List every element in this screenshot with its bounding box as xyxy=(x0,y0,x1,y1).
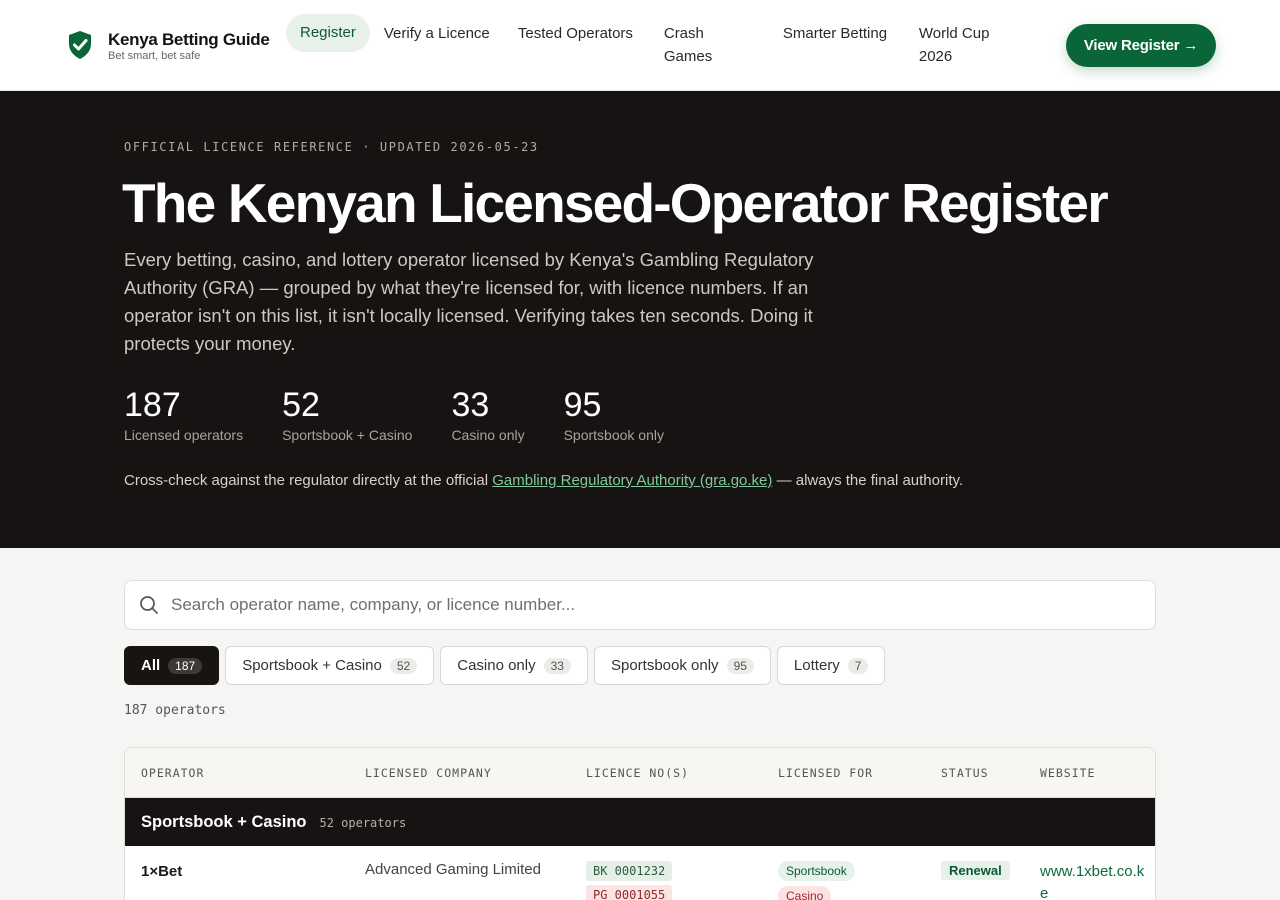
tag-sportsbook: Sportsbook xyxy=(778,861,855,881)
filter-label: Sportsbook + Casino xyxy=(242,657,382,674)
col-website[interactable]: WEBSITE xyxy=(1040,766,1095,780)
filter-casino-only[interactable]: Casino only 33 xyxy=(440,646,588,685)
group-header: Sportsbook + Casino 52 operators xyxy=(125,798,1155,846)
result-count: 187 operators xyxy=(124,703,226,718)
filter-count: 187 xyxy=(168,657,203,674)
nav-world-cup-2026[interactable]: World Cup 2026 xyxy=(905,14,1015,76)
nav-register[interactable]: Register xyxy=(286,14,370,52)
col-licensed-company[interactable]: LICENSED COMPANY xyxy=(365,766,492,780)
filter-count: 95 xyxy=(726,657,754,674)
filter-all[interactable]: All 187 xyxy=(124,646,220,685)
nav-verify-licence[interactable]: Verify a Licence xyxy=(370,14,504,76)
filter-count: 7 xyxy=(847,657,869,674)
stat-licensed-operators: 187 Licensed operators xyxy=(124,385,243,443)
website-link[interactable]: www.1xbet.co.ke xyxy=(1040,861,1145,900)
group-count: 52 operators xyxy=(319,816,407,830)
group-title: Sportsbook + Casino xyxy=(141,812,307,831)
col-licensed-for[interactable]: LICENSED FOR xyxy=(778,766,873,780)
crosscheck-note: Cross-check against the regulator direct… xyxy=(124,472,963,489)
nav-smarter-betting[interactable]: Smarter Betting xyxy=(769,14,905,76)
col-licence-numbers[interactable]: LICENCE NO(S) xyxy=(586,766,689,780)
stat-sportsbook-casino: 52 Sportsbook + Casino xyxy=(282,385,412,443)
stats: 187 Licensed operators 52 Sportsbook + C… xyxy=(124,385,703,443)
licence-badge: BK 0001232 xyxy=(586,861,673,881)
stat-label: Licensed operators xyxy=(124,427,244,443)
filter-label: Sportsbook only xyxy=(610,657,719,674)
stat-label: Casino only xyxy=(451,427,525,443)
view-register-button[interactable]: View Register → xyxy=(1066,24,1216,67)
table-header: OPERATOR LICENSED COMPANY LICENCE NO(S) … xyxy=(125,748,1155,798)
crosscheck-tail: — always the final authority. xyxy=(776,472,964,489)
nav-crash-games[interactable]: Crash Games xyxy=(650,14,769,76)
page-title: The Kenyan Licensed-Operator Register xyxy=(122,172,1109,234)
stat-value: 95 xyxy=(563,386,602,424)
search-box xyxy=(124,580,1156,630)
operator-name: 1×Bet xyxy=(141,863,183,880)
search-icon xyxy=(140,596,158,614)
site-header: Kenya Betting Guide Bet smart, bet safe … xyxy=(0,0,1280,91)
table-row[interactable]: 1×Bet Advanced Gaming Limited BK 0001232… xyxy=(125,846,1155,900)
stat-casino-only: 33 Casino only xyxy=(451,385,524,443)
stat-value: 33 xyxy=(451,386,490,424)
stat-value: 52 xyxy=(282,386,320,424)
stat-label: Sportsbook + Casino xyxy=(282,427,413,443)
stat-sportsbook-only: 95 Sportsbook only xyxy=(564,385,664,443)
hero-eyebrow: OFFICIAL LICENCE REFERENCE · UPDATED 202… xyxy=(124,140,539,154)
status-cell: Renewal xyxy=(941,861,1010,880)
filter-sportsbook-casino[interactable]: Sportsbook + Casino 52 xyxy=(225,646,435,685)
licensed-for: Sportsbook Casino xyxy=(778,861,855,900)
filter-count: 33 xyxy=(543,657,571,674)
shield-check-icon xyxy=(69,31,91,59)
col-status[interactable]: STATUS xyxy=(941,766,989,780)
hero-section: OFFICIAL LICENCE REFERENCE · UPDATED 202… xyxy=(0,91,1280,548)
status-badge: Renewal xyxy=(941,861,1010,880)
licence-numbers: BK 0001232 PG 0001055 xyxy=(586,861,673,900)
filter-label: Lottery xyxy=(793,657,840,674)
brand-tagline: Bet smart, bet safe xyxy=(108,50,201,62)
nav-tested-operators[interactable]: Tested Operators xyxy=(504,14,650,76)
filter-label: All xyxy=(141,657,161,674)
filter-label: Casino only xyxy=(457,657,536,674)
brand-name: Kenya Betting Guide xyxy=(108,30,270,49)
filter-lottery[interactable]: Lottery 7 xyxy=(776,646,886,685)
main-nav: Register Verify a Licence Tested Operato… xyxy=(286,14,1015,76)
crosscheck-text: Cross-check against the regulator direct… xyxy=(124,472,489,489)
search-input[interactable] xyxy=(171,595,1131,615)
licence-badge: PG 0001055 xyxy=(586,885,673,900)
tag-casino: Casino xyxy=(778,886,832,900)
col-operator[interactable]: OPERATOR xyxy=(141,766,204,780)
filter-chips: All 187 Sportsbook + Casino 52 Casino on… xyxy=(124,646,891,685)
gra-link[interactable]: Gambling Regulatory Authority (gra.go.ke… xyxy=(492,472,772,489)
licensed-company: Advanced Gaming Limited xyxy=(365,861,541,878)
operator-table: OPERATOR LICENSED COMPANY LICENCE NO(S) … xyxy=(124,747,1156,900)
brand[interactable]: Kenya Betting Guide Bet smart, bet safe xyxy=(67,30,270,63)
stat-label: Sportsbook only xyxy=(563,427,664,443)
filter-sportsbook-only[interactable]: Sportsbook only 95 xyxy=(593,646,771,685)
stat-value: 187 xyxy=(124,386,181,424)
filter-count: 52 xyxy=(389,657,418,674)
hero-description: Every betting, casino, and lottery opera… xyxy=(124,249,814,354)
